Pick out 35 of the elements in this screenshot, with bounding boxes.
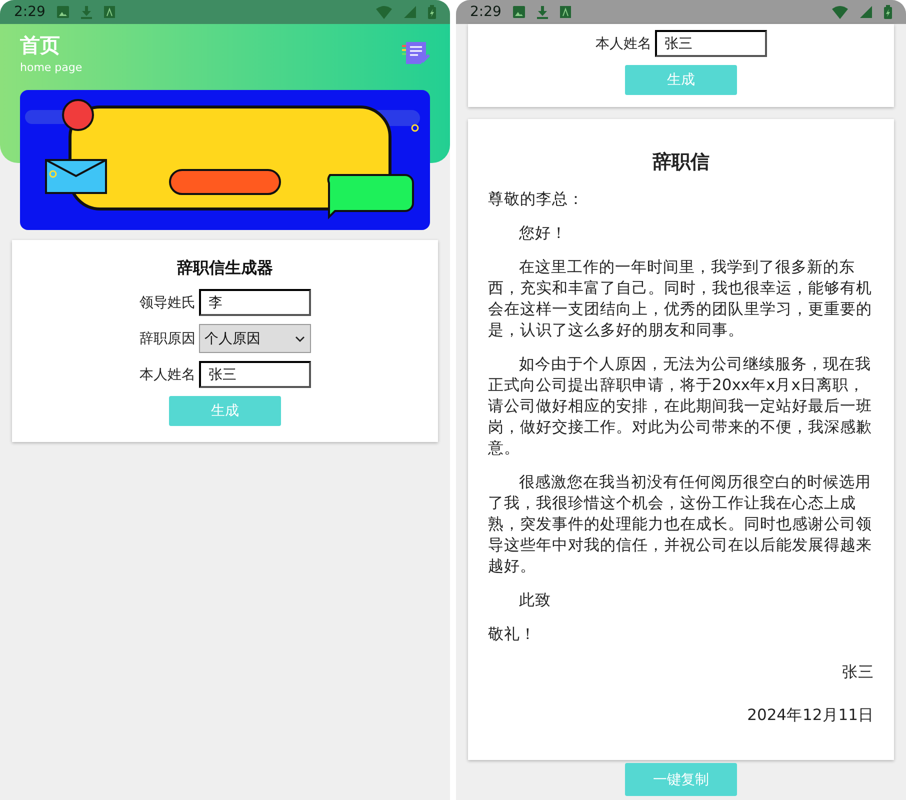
field-label: 本人姓名 [596, 34, 652, 52]
signal-icon [404, 6, 416, 18]
battery-icon [428, 5, 436, 19]
field-label: 辞职原因 [140, 330, 196, 348]
text-field[interactable]: 李 [198, 289, 310, 316]
page-title: 首页 [20, 32, 60, 59]
status-time: 2:29 [14, 4, 46, 20]
status-time: 2:29 [470, 4, 502, 20]
field-label: 领导姓氏 [140, 294, 196, 312]
letter-title: 辞职信 [652, 150, 710, 175]
field-label: 本人姓名 [140, 366, 196, 384]
download-icon [81, 6, 92, 18]
letter-paragraph: 此致 [518, 590, 552, 611]
page-subtitle: home page [20, 61, 82, 74]
text-field[interactable]: 张三 [654, 30, 766, 57]
download-icon [537, 6, 548, 18]
wifi-icon [832, 6, 848, 18]
letter-paragraph: 很感激您在我当初没有任何阅历很空白的时候选用了我，我很珍惜这个机会，这份工作让我在心态上成熟，突发事件的处理能力也在成长。同时也感谢公司领导这些年中对我的信任，并祝公司在以后能发展得越来越好。 [488, 472, 873, 577]
image-icon [513, 6, 526, 18]
image-icon [57, 6, 70, 18]
battery-icon [884, 5, 892, 19]
letter-paragraph: 尊敬的李总： [488, 189, 585, 210]
text-field[interactable]: 张三 [198, 361, 310, 388]
letter-paragraph: 敬礼！ [488, 624, 537, 645]
wifi-icon [376, 6, 392, 18]
letter-paragraph: 如今由于个人原因，无法为公司继续服务，现在我正式向公司提出辞职申请，将于20xx年x月x日离职，请公司做好相应的安排，在此期间我一定站好最后一班岗，做好交接工作。对此为公司带来的不便，我深感歉意。 [488, 354, 873, 459]
form-title: 辞职信生成器 [177, 258, 273, 279]
notepad-icon[interactable] [402, 42, 430, 66]
letter-paragraph: 您好！ [518, 223, 568, 244]
letter-paragraph: 2024年12月11日 [746, 705, 874, 726]
signal-icon [860, 6, 872, 18]
letter-paragraph: 在这里工作的一年时间里，我学到了很多新的东西，充实和丰富了自己。同时，我也很幸运，能够有机会在这样一支团结向上，优秀的团队里学习，更重要的是，认识了这么多好的朋友和同事。 [488, 257, 873, 341]
dropdown-field[interactable]: 个人原因 [198, 324, 310, 353]
chevron-down-icon [294, 336, 304, 342]
letter-paragraph: 张三 [841, 662, 874, 683]
